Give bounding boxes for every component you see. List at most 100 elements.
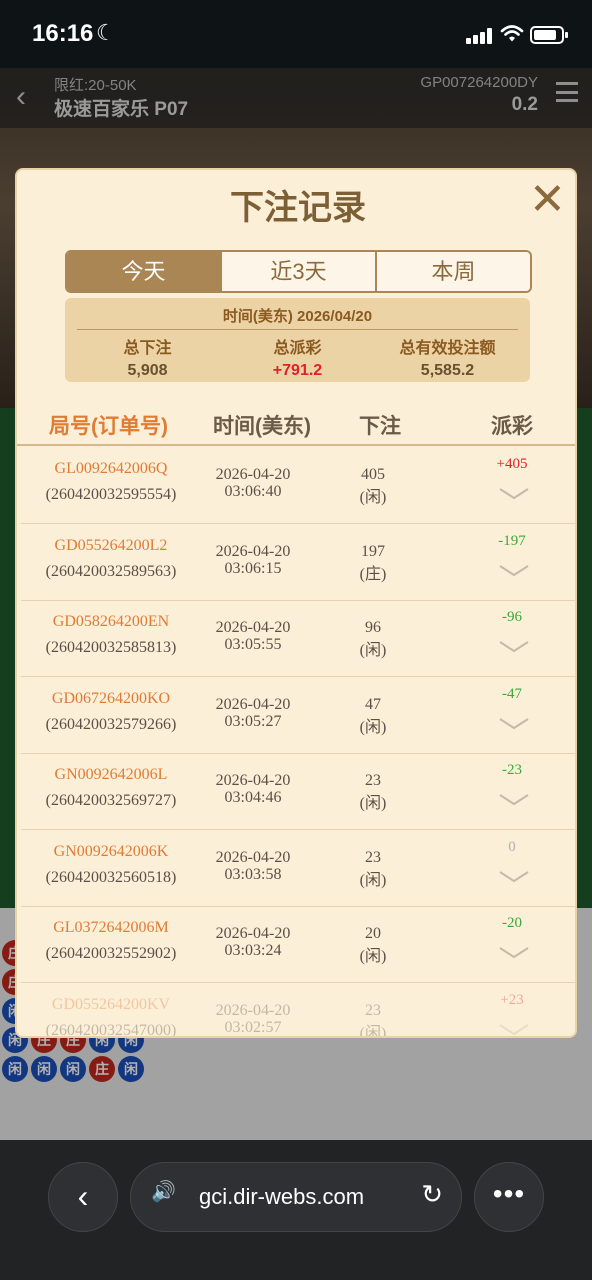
moon-icon: ☾ — [96, 20, 116, 45]
order-id: (260420032579266) — [45, 715, 177, 733]
total-valid-value: 5,585.2 — [420, 362, 475, 379]
table-row[interactable]: GD055264200L2 (260420032589563) 2026-04-20… — [21, 525, 575, 601]
chevron-down-icon[interactable] — [498, 486, 530, 502]
table-row[interactable]: GL0372642006M (260420032552902) 2026-04-20… — [21, 907, 575, 983]
total-payout: 总派彩 +791.2 — [220, 334, 375, 380]
chevron-down-icon[interactable] — [498, 869, 530, 885]
table-row[interactable]: GD067264200KO (260420032579266) 2026-04-20… — [21, 678, 575, 754]
divider — [77, 329, 518, 330]
bet-time: 03:06:40 — [224, 483, 282, 500]
bet-time: 03:03:24 — [224, 942, 282, 959]
round-id: GN0092642006L — [54, 766, 168, 783]
bet-side: (闲) — [359, 795, 387, 812]
bet-time: 03:04:46 — [224, 789, 282, 806]
wifi-icon — [500, 25, 524, 42]
more-options-button[interactable]: ••• — [474, 1162, 544, 1232]
bet-side: (闲) — [359, 871, 387, 889]
payout-value: -47 — [502, 685, 522, 702]
bet-date: 2026-04-20 — [215, 466, 291, 483]
bet-amount: 47 — [365, 695, 381, 713]
round-id: GL0092642006Q — [54, 460, 168, 477]
table-row[interactable]: GD058264200EN (260420032585813) 2026-04-20… — [21, 601, 575, 677]
total-valid-bet: 总有效投注额 5,585.2 — [370, 334, 525, 380]
payout-value: -197 — [498, 532, 526, 549]
bet-records-list[interactable]: GL0092642006Q (260420032595554) 2026-04-20… — [17, 448, 575, 1038]
table-row[interactable]: GN0092642006K (260420032560518) 2026-04-20… — [21, 831, 575, 907]
speaker-icon[interactable]: 🔊 — [151, 1179, 177, 1209]
chevron-down-icon[interactable] — [498, 563, 530, 579]
summary-date: 时间(美东) 2026/04/20 — [222, 308, 373, 325]
order-id: (260420032552902) — [45, 945, 177, 962]
bet-date: 2026-04-20 — [215, 542, 291, 560]
tab-last-3-days[interactable]: 近3天 — [220, 252, 375, 291]
bet-side: (庄) — [359, 565, 387, 583]
reload-icon[interactable]: ↻ — [421, 1179, 443, 1210]
chevron-down-icon[interactable] — [498, 716, 530, 732]
bet-time: 03:03:58 — [224, 865, 282, 883]
bet-date: 2026-04-20 — [215, 1001, 291, 1019]
browser-back-button[interactable]: ‹ — [48, 1162, 118, 1232]
chevron-down-icon[interactable] — [498, 792, 530, 808]
bet-amount: 20 — [365, 925, 381, 942]
total-payout-value: +791.2 — [272, 362, 323, 379]
bet-side: (闲) — [359, 642, 387, 659]
cellular-signal-icon — [466, 28, 494, 44]
browser-toolbar: ‹ 🔊 gci.dir-webs.com ↻ ••• — [0, 1140, 592, 1280]
bet-amount: 23 — [365, 772, 381, 789]
payout-value: +405 — [496, 456, 528, 472]
table-row[interactable]: GD055264200KV (260420032547000) 2026-04-20… — [21, 984, 575, 1038]
chevron-down-icon[interactable] — [498, 945, 530, 961]
bet-side: (闲) — [359, 948, 387, 965]
total-bet-value: 5,908 — [127, 362, 168, 379]
table-header: 局号(订单号) 时间(美东) 下注 派彩 — [17, 408, 575, 446]
bet-amount: 23 — [365, 848, 381, 866]
clock: 16:16 — [32, 20, 94, 47]
round-id: GD055264200L2 — [54, 536, 168, 554]
modal-title: 下注记录 — [230, 189, 366, 227]
summary-panel: 时间(美东) 2026/04/20 总下注 5,908 总派彩 +791.2 总… — [65, 298, 530, 382]
round-id: GD055264200KV — [51, 995, 171, 1013]
bet-side: (闲) — [359, 1024, 387, 1038]
table-row[interactable]: GL0092642006Q (260420032595554) 2026-04-20… — [21, 448, 575, 524]
order-id: (260420032585813) — [45, 639, 177, 656]
header-payout: 派彩 — [491, 415, 533, 438]
round-id: GL0372642006M — [53, 919, 169, 936]
bet-date: 2026-04-20 — [215, 695, 291, 713]
round-id: GD067264200KO — [51, 689, 171, 707]
close-icon[interactable]: ✕ — [529, 178, 566, 222]
date-range-tabs: 今天 近3天 本周 — [65, 250, 532, 293]
total-bet: 总下注 5,908 — [70, 334, 225, 380]
order-id: (260420032589563) — [45, 562, 177, 580]
bet-date: 2026-04-20 — [215, 772, 291, 789]
order-id: (260420032595554) — [45, 486, 177, 503]
tab-today[interactable]: 今天 — [67, 252, 220, 291]
total-payout-label: 总派彩 — [273, 340, 322, 357]
bet-date: 2026-04-20 — [215, 619, 291, 636]
bet-time: 03:05:55 — [224, 636, 282, 653]
header-time: 时间(美东) — [213, 415, 311, 438]
bet-side: (闲) — [359, 489, 387, 506]
chevron-down-icon[interactable] — [498, 639, 530, 655]
total-valid-label: 总有效投注额 — [399, 340, 496, 357]
address-bar[interactable]: 🔊 gci.dir-webs.com ↻ — [130, 1162, 462, 1232]
header-round: 局号(订单号) — [49, 415, 168, 438]
bet-amount: 23 — [365, 1001, 381, 1019]
bet-time: 03:02:57 — [224, 1018, 282, 1036]
status-bar: 16:16 ☾ — [0, 0, 592, 68]
header-bet: 下注 — [359, 415, 401, 438]
order-id: (260420032560518) — [45, 868, 177, 886]
bet-history-modal: 下注记录 ✕ 今天 近3天 本周 时间(美东) 2026/04/20 总下注 5… — [15, 168, 577, 1038]
order-id: (260420032547000) — [45, 1021, 177, 1038]
bet-date: 2026-04-20 — [215, 925, 291, 942]
bet-time: 03:05:27 — [224, 712, 282, 730]
round-id: GN0092642006K — [53, 842, 169, 860]
chevron-down-icon[interactable] — [498, 1022, 530, 1038]
battery-icon — [530, 26, 568, 44]
payout-value: -20 — [502, 915, 522, 931]
tab-this-week[interactable]: 本周 — [375, 252, 530, 291]
total-bet-label: 总下注 — [123, 340, 172, 357]
bet-amount: 96 — [365, 619, 381, 636]
table-row[interactable]: GN0092642006L (260420032569727) 2026-04-20… — [21, 754, 575, 830]
bet-time: 03:06:15 — [224, 559, 282, 577]
payout-value: +23 — [500, 991, 524, 1008]
